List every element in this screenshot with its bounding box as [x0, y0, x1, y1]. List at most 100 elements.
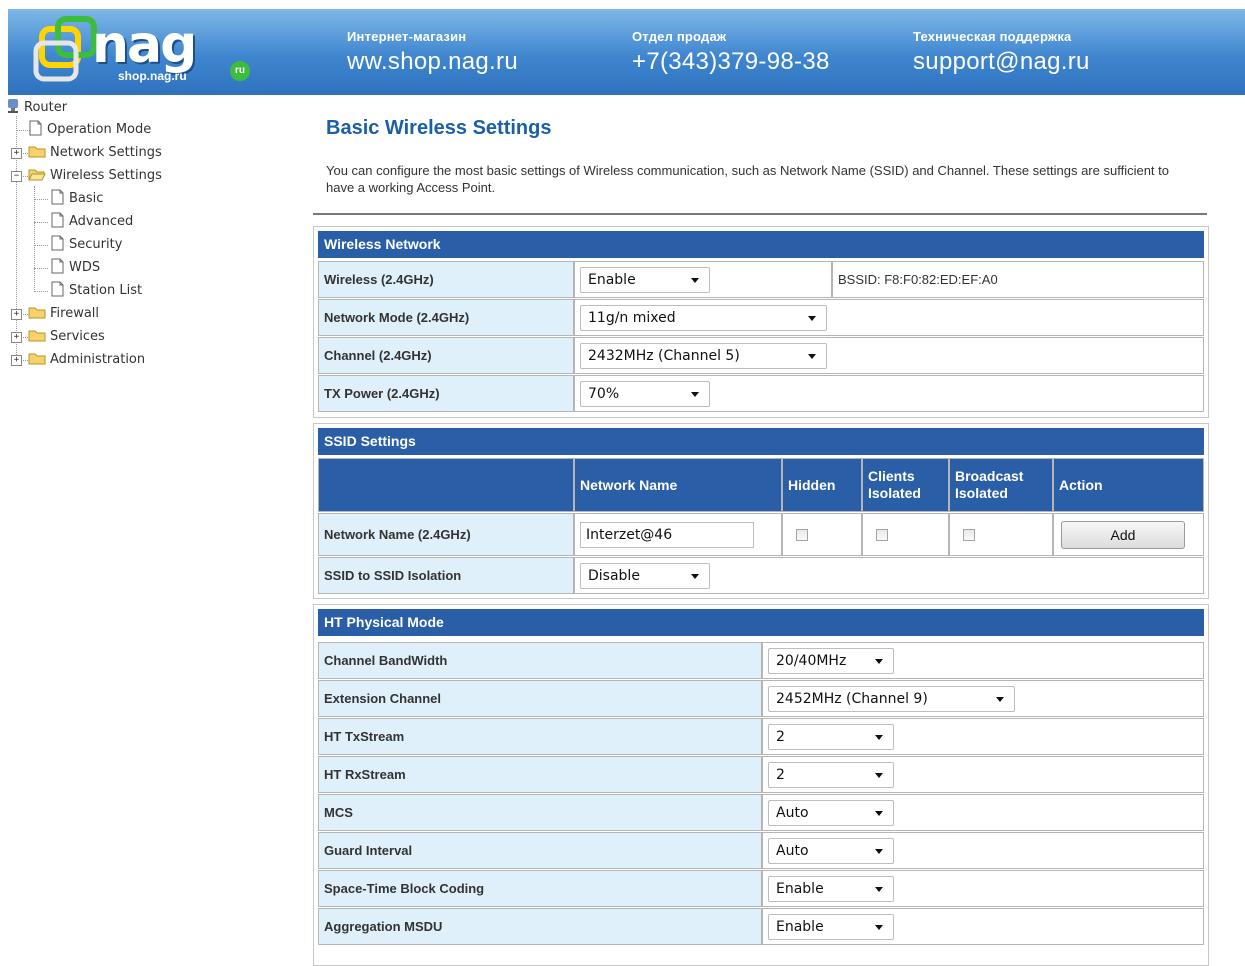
- page-icon: [29, 120, 42, 136]
- tree-item-label: Basic: [69, 191, 104, 206]
- logo-subtext: shop.nag.ru: [118, 69, 187, 83]
- select-value: 70%: [588, 385, 620, 402]
- add-button[interactable]: Add: [1061, 520, 1185, 549]
- clients-isolated-checkbox[interactable]: [876, 528, 888, 541]
- field-label: HT RxStream: [318, 756, 762, 793]
- page-icon: [51, 258, 64, 274]
- field-label: Network Mode (2.4GHz): [318, 299, 574, 336]
- tree-item-firewall[interactable]: Firewall: [28, 304, 99, 324]
- page-description: You can configure the most basic setting…: [326, 163, 1170, 195]
- field-label: TX Power (2.4GHz): [318, 375, 574, 412]
- dropdown-arrow-icon: [875, 848, 883, 854]
- collapse-icon[interactable]: −: [11, 171, 22, 182]
- select-value: 11g/n mixed: [588, 309, 676, 326]
- support-caption: Техническая поддержка: [913, 29, 1072, 44]
- shop-link[interactable]: ww.shop.nag.ru: [347, 48, 518, 76]
- select-value: 2432MHz (Channel 5): [588, 347, 740, 364]
- column-header-clients-isolated: Clients Isolated: [862, 458, 949, 512]
- field-label: HT TxStream: [318, 718, 762, 755]
- ht-row: HT TxStream 2: [318, 718, 1204, 755]
- support-contact: Техническая поддержка support@nag.ru: [913, 29, 1090, 76]
- ht-txstream-select[interactable]: 2: [768, 723, 894, 750]
- channel-select[interactable]: 2432MHz (Channel 5): [580, 342, 827, 369]
- tx-power-cell: 70%: [574, 375, 1204, 412]
- wireless-network-section: Wireless Network Wireless (2.4GHz) Enabl…: [313, 226, 1209, 418]
- channel-cell: 2432MHz (Channel 5): [574, 337, 1204, 374]
- support-email[interactable]: support@nag.ru: [913, 48, 1090, 76]
- nag-logo[interactable]: nag shop.nag.ru ru: [30, 13, 260, 91]
- dropdown-arrow-icon: [875, 772, 883, 778]
- ssid-name-cell: Interzet@46: [574, 513, 782, 556]
- hidden-checkbox[interactable]: [796, 528, 808, 541]
- column-header-action: Action: [1053, 458, 1204, 512]
- network-mode-row: Network Mode (2.4GHz) 11g/n mixed: [318, 299, 1204, 336]
- column-header-network-name: Network Name: [574, 458, 782, 512]
- ht-value-cell: Auto: [762, 794, 1204, 831]
- ht-rxstream-select[interactable]: 2: [768, 761, 894, 788]
- ht-value-cell: 20/40MHz: [762, 642, 1204, 679]
- tree-item-label: Security: [69, 237, 123, 252]
- channel-row: Channel (2.4GHz) 2432MHz (Channel 5): [318, 337, 1204, 374]
- broadcast-isolated-checkbox[interactable]: [963, 528, 975, 541]
- ssid-isolation-select[interactable]: Disable: [580, 562, 710, 589]
- channel-bandwidth-select[interactable]: 20/40MHz: [768, 647, 894, 674]
- expand-icon[interactable]: +: [11, 332, 22, 343]
- tree-item-operation-mode[interactable]: Operation Mode: [28, 120, 151, 140]
- dropdown-arrow-icon: [691, 391, 699, 397]
- tree-item-label: Administration: [50, 352, 146, 367]
- tree-item-label: Wireless Settings: [50, 168, 162, 183]
- tx-power-select[interactable]: 70%: [580, 380, 710, 407]
- guard-interval-select[interactable]: Auto: [768, 837, 894, 864]
- stbc-select[interactable]: Enable: [768, 875, 894, 902]
- wireless-select[interactable]: Enable: [580, 266, 710, 293]
- sales-contact: Отдел продаж +7(343)379-98-38: [632, 29, 830, 76]
- aggregation-msdu-select[interactable]: Enable: [768, 913, 894, 940]
- divider: [313, 213, 1207, 215]
- mcs-select[interactable]: Auto: [768, 799, 894, 826]
- folder-icon: [28, 353, 46, 365]
- broadcast-isolated-cell: [949, 513, 1053, 556]
- dropdown-arrow-icon: [808, 353, 816, 359]
- expand-icon[interactable]: +: [11, 148, 22, 159]
- tree-item-security[interactable]: Security: [50, 235, 122, 255]
- network-mode-cell: 11g/n mixed: [574, 299, 1204, 336]
- tree-item-administration[interactable]: Administration: [28, 350, 145, 370]
- column-header-broadcast-isolated: Broadcast Isolated: [949, 458, 1053, 512]
- tree-root-router[interactable]: Router: [6, 98, 67, 118]
- ht-row: MCS Auto: [318, 794, 1204, 831]
- expand-icon[interactable]: +: [11, 309, 22, 320]
- select-value: 20/40MHz: [776, 652, 847, 669]
- wireless-cell: Enable: [574, 261, 832, 298]
- expand-icon[interactable]: +: [11, 355, 22, 366]
- banner-background: nag shop.nag.ru ru Интернет-магазин ww.s…: [8, 9, 1245, 95]
- network-mode-select[interactable]: 11g/n mixed: [580, 304, 827, 331]
- bssid-value: BSSID: F8:F0:82:ED:EF:A0: [832, 261, 1204, 298]
- field-label: Wireless (2.4GHz): [318, 261, 574, 298]
- tx-power-row: TX Power (2.4GHz) 70%: [318, 375, 1204, 412]
- tree-item-label: WDS: [69, 260, 101, 275]
- select-value: 2: [776, 728, 785, 745]
- field-label: Aggregation MSDU: [318, 908, 762, 945]
- ht-value-cell: 2: [762, 756, 1204, 793]
- extension-channel-select[interactable]: 2452MHz (Channel 9): [768, 685, 1015, 712]
- sales-phone: +7(343)379-98-38: [632, 48, 830, 75]
- select-value: Enable: [776, 880, 824, 897]
- select-value: Auto: [776, 804, 809, 821]
- select-value: Auto: [776, 842, 809, 859]
- hidden-cell: [782, 513, 862, 556]
- tree-item-wds[interactable]: WDS: [50, 258, 100, 278]
- dropdown-arrow-icon: [875, 886, 883, 892]
- dropdown-arrow-icon: [875, 658, 883, 664]
- tree-item-wireless-settings[interactable]: Wireless Settings: [28, 166, 162, 186]
- tree-item-label: Firewall: [50, 306, 100, 321]
- field-label: Channel (2.4GHz): [318, 337, 574, 374]
- tree-item-station-list[interactable]: Station List: [50, 281, 142, 301]
- tree-item-services[interactable]: Services: [28, 327, 105, 347]
- ssid-name-input[interactable]: Interzet@46: [580, 521, 754, 548]
- tree-item-advanced[interactable]: Advanced: [50, 212, 133, 232]
- tree-item-basic[interactable]: Basic: [50, 189, 103, 209]
- tree-item-network-settings[interactable]: Network Settings: [28, 143, 162, 163]
- section-header: Wireless Network: [318, 231, 1204, 258]
- select-value: 2452MHz (Channel 9): [776, 690, 928, 707]
- ht-physical-mode-section: HT Physical Mode Channel BandWidth 20/40…: [313, 604, 1209, 966]
